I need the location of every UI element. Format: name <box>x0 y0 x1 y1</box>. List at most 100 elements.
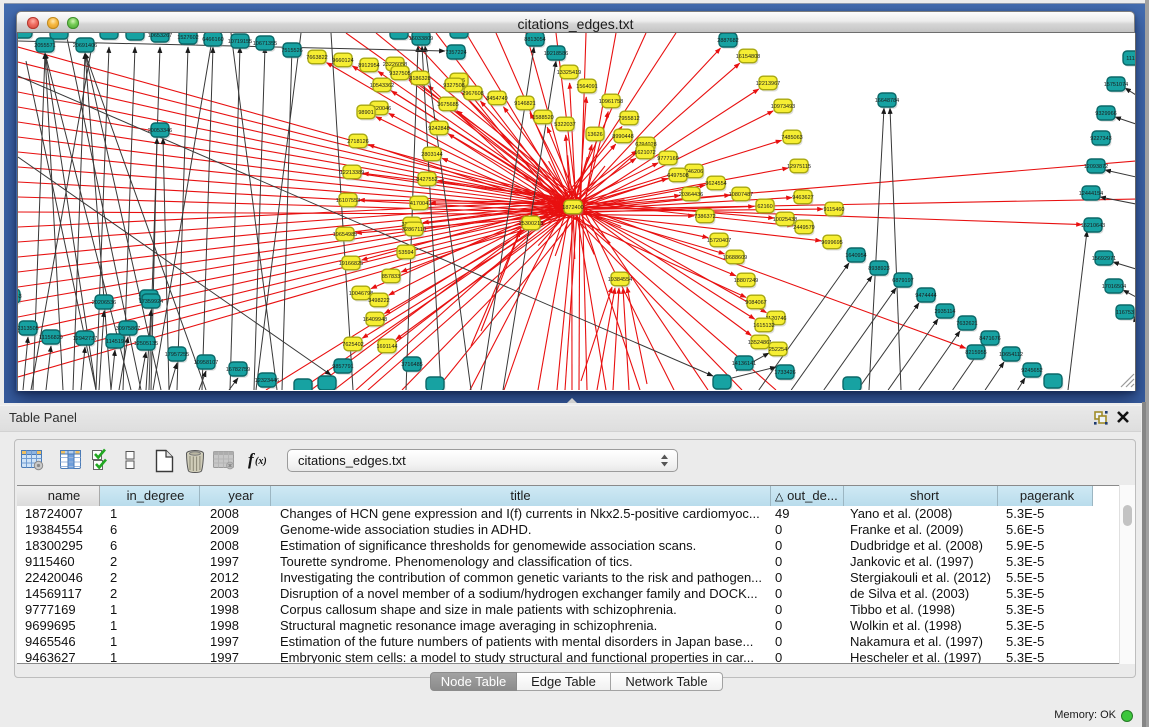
svg-text:8912954: 8912954 <box>358 63 379 69</box>
svg-text:19654985: 19654985 <box>333 232 357 238</box>
svg-text:8813054: 8813054 <box>524 37 545 43</box>
svg-text:1872400: 1872400 <box>562 205 583 211</box>
svg-text:9146821: 9146821 <box>514 101 535 107</box>
svg-text:6879197: 6879197 <box>892 278 913 284</box>
svg-text:1733426: 1733426 <box>774 370 795 376</box>
svg-text:12213389: 12213389 <box>340 170 364 176</box>
svg-text:3624554: 3624554 <box>705 181 726 187</box>
svg-text:1615132: 1615132 <box>753 323 774 329</box>
svg-text:8990448: 8990448 <box>612 134 633 140</box>
svg-text:16409948: 16409948 <box>363 317 387 323</box>
svg-text:12323446: 12323446 <box>255 378 279 384</box>
svg-text:19384554: 19384554 <box>608 277 632 283</box>
svg-text:9777169: 9777169 <box>657 156 678 162</box>
svg-text:10973493: 10973493 <box>771 104 795 110</box>
svg-text:2718126: 2718126 <box>347 139 368 145</box>
svg-text:5322037: 5322037 <box>554 122 575 128</box>
svg-text:16033809: 16033809 <box>409 36 433 42</box>
svg-text:7515526: 7515526 <box>281 48 302 54</box>
svg-text:18807249: 18807249 <box>734 278 758 284</box>
svg-text:8215955: 8215955 <box>965 350 986 356</box>
svg-text:9857791: 9857791 <box>332 364 353 370</box>
svg-text:62160: 62160 <box>757 204 772 210</box>
svg-text:7625402: 7625402 <box>342 342 363 348</box>
svg-text:10543362: 10543362 <box>370 83 394 89</box>
svg-text:20053346: 20053346 <box>148 128 172 134</box>
svg-text:20206536: 20206536 <box>92 300 116 306</box>
svg-text:10807487: 10807487 <box>729 192 753 198</box>
svg-text:1564091: 1564091 <box>576 84 597 90</box>
svg-text:3716485: 3716485 <box>401 362 422 368</box>
svg-text:7485063: 7485063 <box>781 135 802 141</box>
svg-text:2803144: 2803144 <box>421 152 442 158</box>
svg-text:2935114: 2935114 <box>934 309 955 315</box>
svg-text:6497508: 6497508 <box>667 173 688 179</box>
svg-text:1691144: 1691144 <box>376 344 397 350</box>
svg-text:2887682: 2887682 <box>717 38 738 44</box>
svg-text:12505135: 12505135 <box>134 341 158 347</box>
svg-text:10025438: 10025438 <box>773 217 797 223</box>
svg-text:7955812: 7955812 <box>618 116 639 122</box>
svg-text:10653267: 10653267 <box>148 33 172 39</box>
svg-text:2313505: 2313505 <box>18 326 39 332</box>
svg-text:19166825: 19166825 <box>339 261 363 267</box>
svg-text:3498222: 3498222 <box>368 298 389 304</box>
svg-text:6466160: 6466160 <box>202 37 223 43</box>
svg-text:53594: 53594 <box>398 250 413 256</box>
svg-text:16107553: 16107553 <box>336 198 360 204</box>
svg-text:10958107: 10958107 <box>194 360 218 366</box>
svg-text:8427552: 8427552 <box>416 177 437 183</box>
svg-text:7357224: 7357224 <box>445 50 466 56</box>
svg-text:20364436: 20364436 <box>679 192 703 198</box>
svg-text:9327508: 9327508 <box>443 83 464 89</box>
svg-text:9227343: 9227343 <box>1090 136 1111 142</box>
svg-text:9463627: 9463627 <box>792 195 813 201</box>
svg-text:10719155: 10719155 <box>228 39 252 45</box>
svg-text:20691406: 20691406 <box>73 43 97 49</box>
svg-text:116753: 116753 <box>1116 310 1134 316</box>
svg-text:9474444: 9474444 <box>915 293 936 299</box>
svg-text:12942737: 12942737 <box>73 336 97 342</box>
svg-text:2449579: 2449579 <box>793 225 814 231</box>
svg-text:98901: 98901 <box>358 110 373 116</box>
svg-text:17957255: 17957255 <box>165 352 189 358</box>
svg-text:9084067: 9084067 <box>745 300 766 306</box>
svg-text:30975867: 30975867 <box>116 326 140 332</box>
svg-text:10654112: 10654112 <box>999 352 1023 358</box>
svg-text:2506053: 2506053 <box>18 294 22 300</box>
svg-text:8454749: 8454749 <box>486 96 507 102</box>
svg-text:8938923: 8938923 <box>868 266 889 272</box>
svg-text:2967608: 2967608 <box>462 91 483 97</box>
svg-text:857833: 857833 <box>382 274 400 280</box>
svg-text:14136141: 14136141 <box>732 361 756 367</box>
svg-text:9660124: 9660124 <box>332 58 353 64</box>
svg-text:3675685: 3675685 <box>437 102 458 108</box>
svg-text:12444154: 12444154 <box>1079 191 1103 197</box>
svg-text:10688609: 10688609 <box>723 255 747 261</box>
svg-text:7632621: 7632621 <box>956 321 977 327</box>
svg-text:16210643: 16210643 <box>1081 223 1105 229</box>
svg-text:12213967: 12213967 <box>756 81 780 87</box>
svg-text:13626: 13626 <box>587 132 602 138</box>
svg-text:1588520: 1588520 <box>532 115 553 121</box>
svg-text:7663822: 7663822 <box>306 55 327 61</box>
svg-text:15720407: 15720407 <box>707 238 731 244</box>
svg-text:12975115: 12975115 <box>787 164 811 170</box>
svg-text:11156829: 11156829 <box>39 335 63 341</box>
svg-text:10961758: 10961758 <box>599 99 623 105</box>
svg-text:8471676: 8471676 <box>979 336 1000 342</box>
svg-text:7386372: 7386372 <box>694 214 715 220</box>
svg-text:(x): (x) <box>255 456 267 467</box>
svg-text:252254: 252254 <box>769 347 787 353</box>
svg-text:1640954: 1640954 <box>845 253 866 259</box>
svg-text:10671355: 10671355 <box>253 41 277 47</box>
svg-text:9699695: 9699695 <box>821 240 842 246</box>
svg-text:16154808: 16154808 <box>736 54 760 60</box>
svg-text:16782759: 16782759 <box>226 367 250 373</box>
svg-text:12093872: 12093872 <box>1084 164 1108 170</box>
svg-text:17016504: 17016504 <box>1102 284 1126 290</box>
svg-text:1527602: 1527602 <box>177 35 198 41</box>
svg-text:16648784: 16648784 <box>875 98 899 104</box>
svg-text:9327505: 9327505 <box>389 71 410 77</box>
svg-text:114519: 114519 <box>106 339 124 345</box>
